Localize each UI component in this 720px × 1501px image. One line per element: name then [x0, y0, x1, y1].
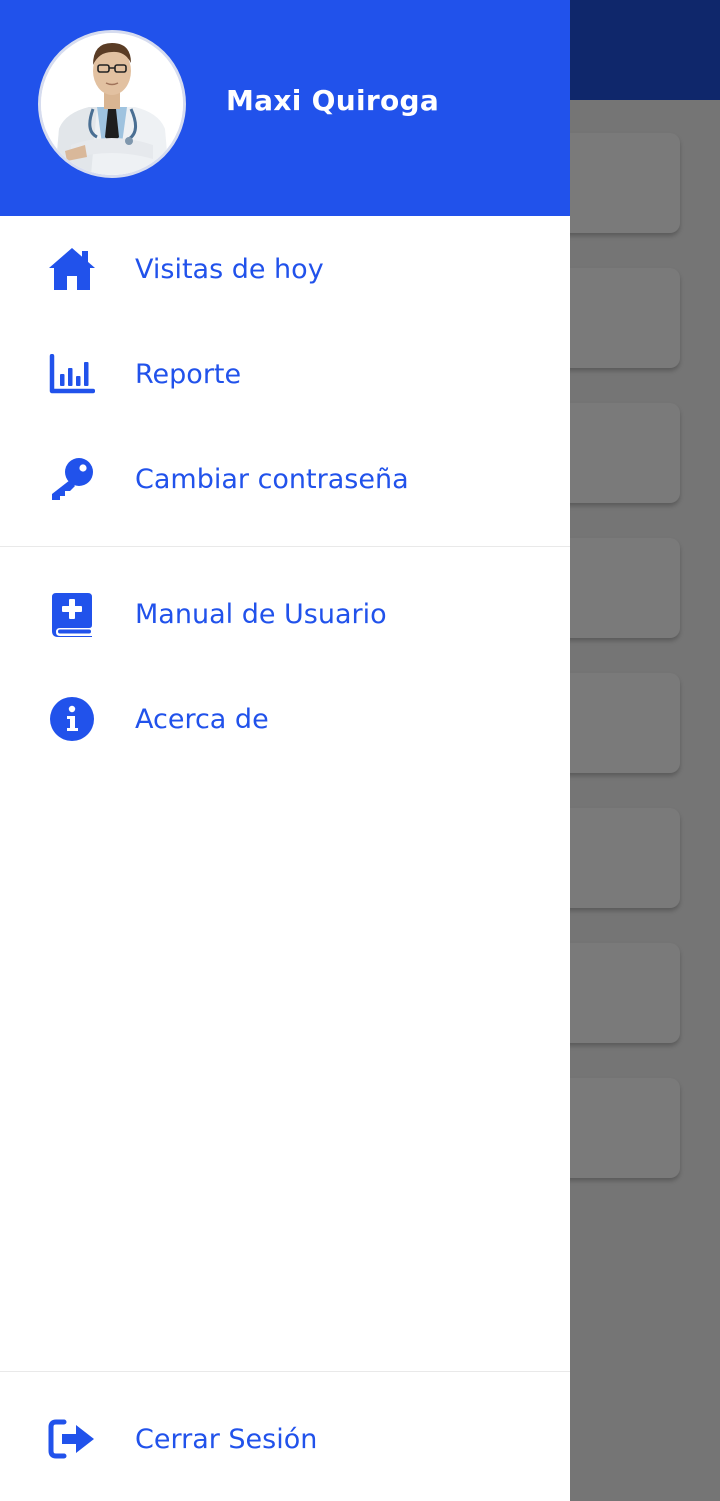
- background-card: [560, 538, 680, 638]
- menu-item-visitas-de-hoy[interactable]: Visitas de hoy: [0, 219, 570, 319]
- footer-divider: [0, 1371, 570, 1372]
- navigation-drawer: Maxi Quiroga Visitas de hoy Reporte Camb…: [0, 0, 570, 1501]
- background-card: [560, 673, 680, 773]
- menu-item-label: Reporte: [135, 358, 242, 390]
- background-card: [560, 943, 680, 1043]
- menu-item-label: Cambiar contraseña: [135, 463, 409, 495]
- menu-item-reporte[interactable]: Reporte: [0, 324, 570, 424]
- drawer-header: Maxi Quiroga: [0, 0, 570, 216]
- menu-item-label: Visitas de hoy: [135, 253, 324, 285]
- background-card: [560, 1078, 680, 1178]
- background-card: [560, 133, 680, 233]
- background-card: [560, 268, 680, 368]
- menu-divider: [0, 546, 570, 547]
- menu-item-acerca-de[interactable]: Acerca de: [0, 669, 570, 769]
- medical-book-icon: [46, 588, 98, 640]
- menu-item-manual-de-usuario[interactable]: Manual de Usuario: [0, 564, 570, 664]
- menu-item-label: Cerrar Sesión: [135, 1423, 318, 1455]
- background-card: [560, 403, 680, 503]
- menu-item-cambiar-contrasena[interactable]: Cambiar contraseña: [0, 429, 570, 529]
- background-card: [560, 808, 680, 908]
- bar-chart-icon: [46, 348, 98, 400]
- home-icon: [46, 243, 98, 295]
- key-icon: [46, 453, 98, 505]
- avatar[interactable]: [38, 30, 186, 178]
- menu-item-cerrar-sesion[interactable]: Cerrar Sesión: [0, 1389, 570, 1489]
- menu-item-label: Acerca de: [135, 703, 269, 735]
- logout-icon: [46, 1413, 98, 1465]
- menu-item-label: Manual de Usuario: [135, 598, 387, 630]
- doctor-avatar-image: [41, 33, 183, 175]
- info-icon: [46, 693, 98, 745]
- user-name: Maxi Quiroga: [226, 84, 440, 117]
